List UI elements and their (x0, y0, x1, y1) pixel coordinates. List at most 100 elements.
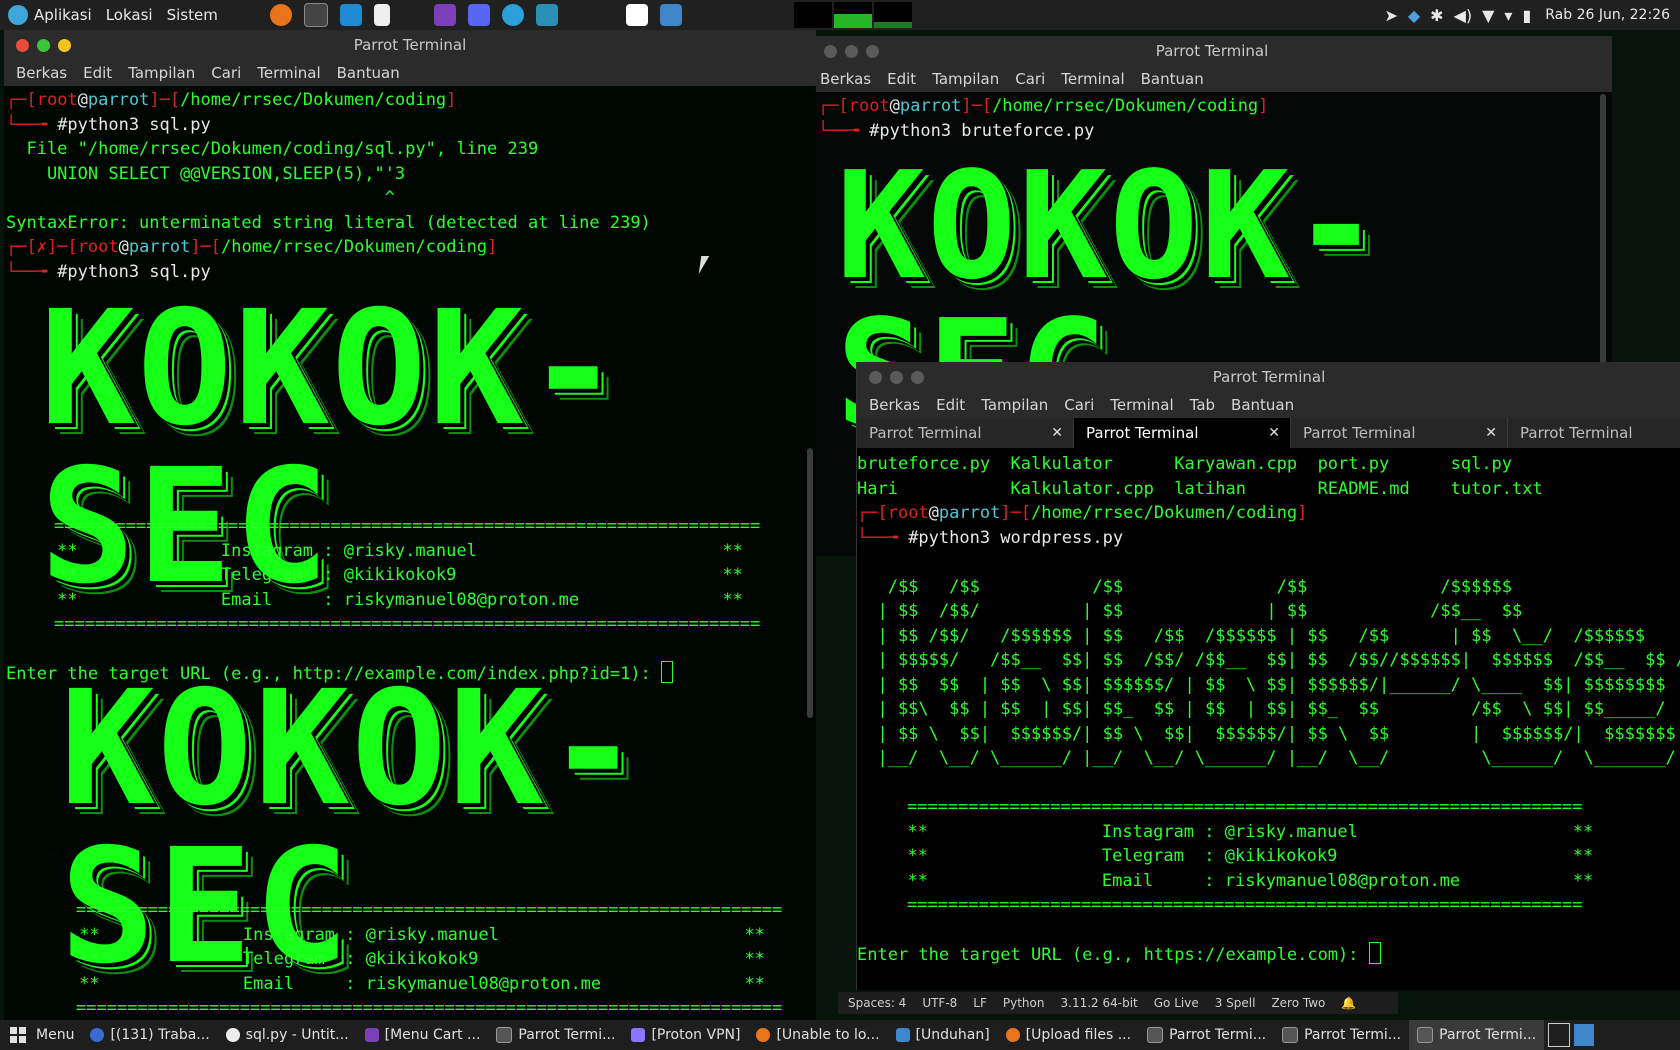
workspace-switcher-icon[interactable] (1574, 1024, 1595, 1046)
menu-edit[interactable]: Edit (936, 396, 965, 414)
menu-cari[interactable]: Cari (1015, 70, 1045, 88)
close-button[interactable] (869, 371, 882, 384)
window-title: Parrot Terminal (1155, 42, 1269, 60)
minimize-button[interactable] (58, 39, 71, 52)
menu-bantuan[interactable]: Bantuan (337, 64, 400, 82)
scrollbar[interactable] (807, 448, 813, 718)
menu-aplikasi[interactable]: Aplikasi (34, 6, 92, 24)
status-spaces[interactable]: Spaces: 4 (848, 996, 906, 1010)
terminal-output[interactable]: ┌─[root@parrot]─[/home/rrsec/Dokumen/cod… (6, 88, 651, 284)
network-graph (873, 2, 912, 28)
task-editor[interactable]: sql.py - Untit... (218, 1020, 357, 1050)
menu-tab[interactable]: Tab (1190, 396, 1215, 414)
network-launcher-icon[interactable] (659, 4, 682, 26)
titlebar[interactable]: Parrot Terminal (4, 30, 816, 60)
terminal-output[interactable]: bruteforce.py Kalkulator Karyawan.cpp po… (857, 452, 1680, 968)
menu-cari[interactable]: Cari (1064, 396, 1094, 414)
terminal-window-sql: Parrot Terminal Berkas Edit Tampilan Car… (4, 30, 816, 1020)
menu-bantuan[interactable]: Bantuan (1141, 70, 1204, 88)
status-theme[interactable]: Zero Two (1271, 996, 1325, 1010)
discord-launcher-icon[interactable] (467, 4, 490, 26)
menu-edit[interactable]: Edit (83, 64, 112, 82)
menu-edit[interactable]: Edit (887, 70, 916, 88)
clock[interactable]: Rab 26 Jun, 22:26 (1545, 7, 1670, 23)
task-unduhan[interactable]: [Unduhan] (888, 1020, 998, 1050)
vpn-tray-icon[interactable]: ◆ (1408, 6, 1420, 25)
task-firefox[interactable]: [Unable to lo... (748, 1020, 887, 1050)
tab-terminal-3[interactable]: Parrot Terminal ✕ (1291, 418, 1508, 448)
workspace-switcher-icon[interactable] (1548, 1023, 1571, 1047)
task-menu-cart[interactable]: [Menu Cart ... (357, 1020, 489, 1050)
wifi-icon[interactable]: ▾ (1504, 6, 1512, 25)
terminal-output[interactable]: ┌─[root@parrot]─[/home/rrsec/Dokumen/cod… (818, 94, 1268, 143)
memory-graph (833, 2, 872, 28)
menu-terminal[interactable]: Terminal (1110, 396, 1173, 414)
telegram-launcher-icon[interactable] (501, 4, 524, 26)
task-protonvpn[interactable]: [Proton VPN] (623, 1020, 748, 1050)
terminal-icon (1282, 1027, 1299, 1043)
status-spell[interactable]: 3 Spell (1215, 996, 1256, 1010)
email-line: ** Email : riskymanuel08@proton.me ** (28, 973, 765, 994)
bell-icon[interactable]: 🔔 (1341, 996, 1356, 1010)
titlebar[interactable]: Parrot Terminal (857, 362, 1680, 392)
send-icon[interactable]: ➤ (1384, 6, 1397, 25)
close-tab-icon[interactable]: ✕ (1051, 425, 1063, 441)
maximize-button[interactable] (890, 371, 903, 384)
task-terminal[interactable]: Parrot Termi... (1139, 1020, 1274, 1050)
close-tab-icon[interactable]: ✕ (1485, 425, 1497, 441)
task-terminal[interactable]: Parrot Termi... (1274, 1020, 1409, 1050)
parrot-tray-icon[interactable]: ▼ (1482, 6, 1494, 25)
terminal-window-wordpress: Parrot Terminal Berkas Edit Tampilan Car… (856, 362, 1680, 990)
minimize-button[interactable] (911, 371, 924, 384)
rule-line: ========================================… (76, 900, 783, 920)
battery-icon[interactable]: ▮ (1522, 6, 1531, 25)
close-button[interactable] (824, 45, 837, 58)
task-terminal-active[interactable]: Parrot Termi... (1409, 1020, 1545, 1050)
menu-tampilan[interactable]: Tampilan (128, 64, 195, 82)
protonvpn-launcher-icon[interactable] (625, 4, 648, 26)
tab-terminal-1[interactable]: Parrot Terminal ✕ (857, 418, 1074, 448)
task-upload[interactable]: [Upload files ... (998, 1020, 1139, 1050)
parrot-logo-icon[interactable] (8, 5, 28, 25)
maximize-button[interactable] (37, 39, 50, 52)
task-terminal[interactable]: Parrot Termi... (488, 1020, 623, 1050)
menu-button[interactable]: Menu (36, 1020, 82, 1050)
burp-launcher-icon[interactable] (433, 4, 456, 26)
window-title: Parrot Terminal (353, 36, 467, 54)
status-language[interactable]: Python (1003, 996, 1045, 1010)
status-encoding[interactable]: UTF-8 (922, 996, 957, 1010)
titlebar[interactable]: Parrot Terminal (812, 36, 1612, 66)
vscode-launcher-icon[interactable] (339, 4, 362, 26)
menu-lokasi[interactable]: Lokasi (106, 6, 153, 24)
menu-sistem[interactable]: Sistem (167, 6, 218, 24)
volume-icon[interactable]: ◀) (1454, 6, 1473, 25)
ascii-art-line: | $$$$$/ /$$__ $$| $$ /$$/ /$$__ $$| $$ … (857, 650, 1680, 670)
menu-berkas[interactable]: Berkas (16, 64, 67, 82)
menu-cari[interactable]: Cari (211, 64, 241, 82)
monitor-launcher-icon[interactable] (535, 4, 558, 26)
menu-tampilan[interactable]: Tampilan (932, 70, 999, 88)
text-cursor[interactable] (1368, 942, 1381, 964)
terminal-launcher-icon[interactable] (303, 3, 328, 27)
error-line: SyntaxError: unterminated string literal… (6, 212, 651, 233)
document-launcher-icon[interactable] (373, 4, 390, 26)
menu-terminal[interactable]: Terminal (1061, 70, 1124, 88)
menu-berkas[interactable]: Berkas (820, 70, 871, 88)
menu-berkas[interactable]: Berkas (869, 396, 920, 414)
menu-terminal[interactable]: Terminal (257, 64, 320, 82)
task-brave[interactable]: [(131) Traba... (82, 1020, 217, 1050)
tab-terminal-2[interactable]: Parrot Terminal ✕ (1074, 418, 1291, 448)
menu-tampilan[interactable]: Tampilan (981, 396, 1048, 414)
status-eol[interactable]: LF (973, 996, 987, 1010)
status-go-live[interactable]: Go Live (1154, 996, 1199, 1010)
maximize-button[interactable] (845, 45, 858, 58)
firefox-launcher-icon[interactable] (269, 4, 292, 26)
close-tab-icon[interactable]: ✕ (1268, 425, 1280, 441)
tab-terminal-4[interactable]: Parrot Terminal (1508, 418, 1680, 448)
menu-grid-icon[interactable] (10, 1027, 26, 1043)
menu-bantuan[interactable]: Bantuan (1231, 396, 1294, 414)
bluetooth-icon[interactable]: ✱ (1430, 6, 1443, 25)
close-button[interactable] (16, 39, 29, 52)
status-interpreter[interactable]: 3.11.2 64-bit (1061, 996, 1138, 1010)
minimize-button[interactable] (866, 45, 879, 58)
